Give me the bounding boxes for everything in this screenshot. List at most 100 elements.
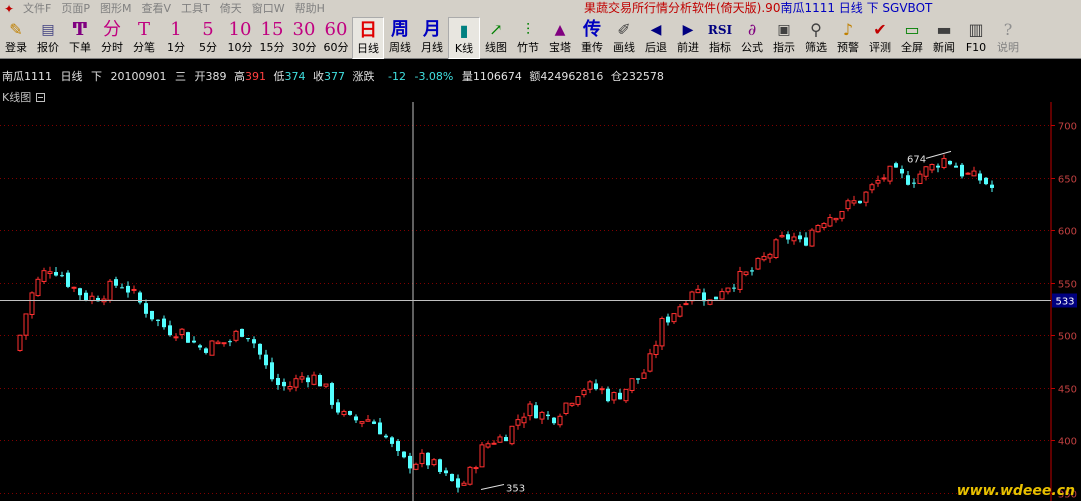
candle-body-up <box>23 313 29 336</box>
toolbar-button-draw[interactable]: ✐ 画线 <box>608 17 640 59</box>
toolbar-label: 15分 <box>259 41 285 54</box>
candle-body-down <box>162 318 166 328</box>
toolbar-button-back[interactable]: ◀ 后退 <box>640 17 672 59</box>
toolbar-button-kline[interactable]: ▮ K线 <box>448 17 480 59</box>
site-watermark: www.wdeee.cn <box>956 483 1075 499</box>
toolbar-button-linechart[interactable]: ↗ 线图 <box>480 17 512 59</box>
toolbar-button-forward[interactable]: ▶ 前进 <box>672 17 704 59</box>
candle-body-up <box>677 306 683 317</box>
toolbar-button-review[interactable]: ✔ 评测 <box>864 17 896 59</box>
menu-page[interactable]: 页面P <box>56 0 95 17</box>
candle-body-up <box>311 374 317 385</box>
toolbar-label: 新闻 <box>933 41 955 54</box>
candle-body-up <box>419 452 425 465</box>
collapse-icon[interactable] <box>36 93 46 102</box>
window-title-app: 果蔬交易所行情分析软件(倚天版).90 <box>584 1 781 15</box>
candle-body-up <box>971 170 977 177</box>
toolbar-button-quote[interactable]: ▤ 报价 <box>32 17 64 59</box>
candle-body-up <box>47 271 53 275</box>
toolbar-button-news[interactable]: ▬ 新闻 <box>928 17 960 59</box>
toolbar-button-1min[interactable]: 1 1分 <box>160 17 192 59</box>
candle-body-up <box>821 223 827 229</box>
candle-body-up <box>923 166 929 177</box>
candle-body-up <box>29 292 35 315</box>
candle-body-up <box>581 389 587 396</box>
candle-body-up <box>629 378 635 391</box>
candle-body-down <box>984 177 988 185</box>
menu-file[interactable]: 文件F <box>18 0 56 17</box>
candle-body-down <box>954 165 958 168</box>
kline-chart[interactable]: 350400450500550600650700533674353 <box>0 102 1081 501</box>
toolbar-button-60min[interactable]: 60 60分 <box>320 17 352 59</box>
toolbar-button-screen[interactable]: ⚲ 筛选 <box>800 17 832 59</box>
toolbar-button-overlay[interactable]: 传重传 <box>576 17 608 59</box>
candle-body-down <box>198 345 202 348</box>
candle-body-down <box>192 340 196 343</box>
menu-yitian[interactable]: 倚天 <box>215 0 247 17</box>
candle-body-up <box>359 421 365 424</box>
menu-view[interactable]: 查看V <box>136 0 176 17</box>
toolbar-button-login[interactable]: ✎ 登录 <box>0 17 32 59</box>
toolbar-button-help[interactable]: ? 说明 <box>992 17 1024 59</box>
candle-body-down <box>120 287 124 289</box>
toolbar-button-f10[interactable]: ▥ F10 <box>960 17 992 59</box>
candle-body-up <box>845 200 851 210</box>
forward-arrow-icon: ▶ <box>682 22 694 38</box>
toolbar-button-week[interactable]: 周周线 <box>384 17 416 59</box>
candle-body-down <box>618 392 622 400</box>
candle-body-down <box>666 316 670 323</box>
candle-body-up <box>557 415 563 426</box>
price-tick-label: 500 <box>1058 332 1077 343</box>
menu-tools[interactable]: 工具T <box>176 0 215 17</box>
toolbar-button-hint[interactable]: ▣ 指示 <box>768 17 800 59</box>
toolbar-button-5min[interactable]: 5 5分 <box>192 17 224 59</box>
month-icon: 月 <box>423 19 441 40</box>
toolbar-button-tick[interactable]: T 分笔 <box>128 17 160 59</box>
info-amount-value: 424962816 <box>540 70 604 83</box>
info-volume: 量1106674 <box>462 70 522 83</box>
candle-body-up <box>683 303 689 306</box>
info-open-value: 389 <box>205 70 227 83</box>
candle-body-down <box>144 303 148 314</box>
candle-body-up <box>869 184 875 191</box>
toolbar-label: 后退 <box>645 41 667 54</box>
candle-body-up <box>791 236 797 242</box>
menu-help[interactable]: 帮助H <box>290 0 330 17</box>
toolbar-label: 宝塔 <box>549 41 571 54</box>
menu-graph[interactable]: 图形M <box>95 0 137 17</box>
toolbar-button-15min[interactable]: 15 15分 <box>256 17 288 59</box>
price-tick-label: 400 <box>1058 437 1077 448</box>
toolbar-button-bamboo[interactable]: ⫶ 竹节 <box>512 17 544 59</box>
toolbar-button-day[interactable]: 日日线 <box>352 17 384 59</box>
rsi-icon: RSI <box>707 23 733 37</box>
candle-body-down <box>378 422 382 435</box>
toolbar-button-tower[interactable]: ▲ 宝塔 <box>544 17 576 59</box>
app-window: ✦ 文件F 页面P 图形M 查看V 工具T 倚天 窗口W 帮助H 果蔬交易所行情… <box>0 0 1081 501</box>
candle-body-down <box>900 168 904 174</box>
candle-body-down <box>702 292 706 302</box>
toolbar-button-alert[interactable]: ♪ 预警 <box>832 17 864 59</box>
toolbar-label: 登录 <box>5 41 27 54</box>
toolbar-button-order[interactable]: Ͳ 下单 <box>64 17 96 59</box>
candle-body-down <box>306 377 310 383</box>
toolbar-button-fullscreen[interactable]: ▭ 全屏 <box>896 17 928 59</box>
toolbar-button-formula[interactable]: ∂ 公式 <box>736 17 768 59</box>
menu-window[interactable]: 窗口W <box>247 0 290 17</box>
candle-body-up <box>287 385 293 390</box>
toolbar-label: 画线 <box>613 41 635 54</box>
toolbar-button-month[interactable]: 月月线 <box>416 17 448 59</box>
toolbar-button-indicator[interactable]: RSI 指标 <box>704 17 736 59</box>
candle-body-up <box>485 443 491 448</box>
candle-body-down <box>906 175 910 185</box>
toolbar-button-timeshare[interactable]: 分分时 <box>96 17 128 59</box>
candle-body-up <box>929 164 935 171</box>
candle-body-down <box>546 414 550 417</box>
candle-body-up <box>965 172 971 175</box>
period-15-icon: 15 <box>260 19 284 40</box>
toolbar-label: 线图 <box>485 41 507 54</box>
candle-body-down <box>258 343 262 355</box>
candle-body-down <box>126 285 130 293</box>
toolbar-button-10min[interactable]: 10 10分 <box>224 17 256 59</box>
toolbar-button-30min[interactable]: 30 30分 <box>288 17 320 59</box>
candle-body-down <box>960 164 964 177</box>
